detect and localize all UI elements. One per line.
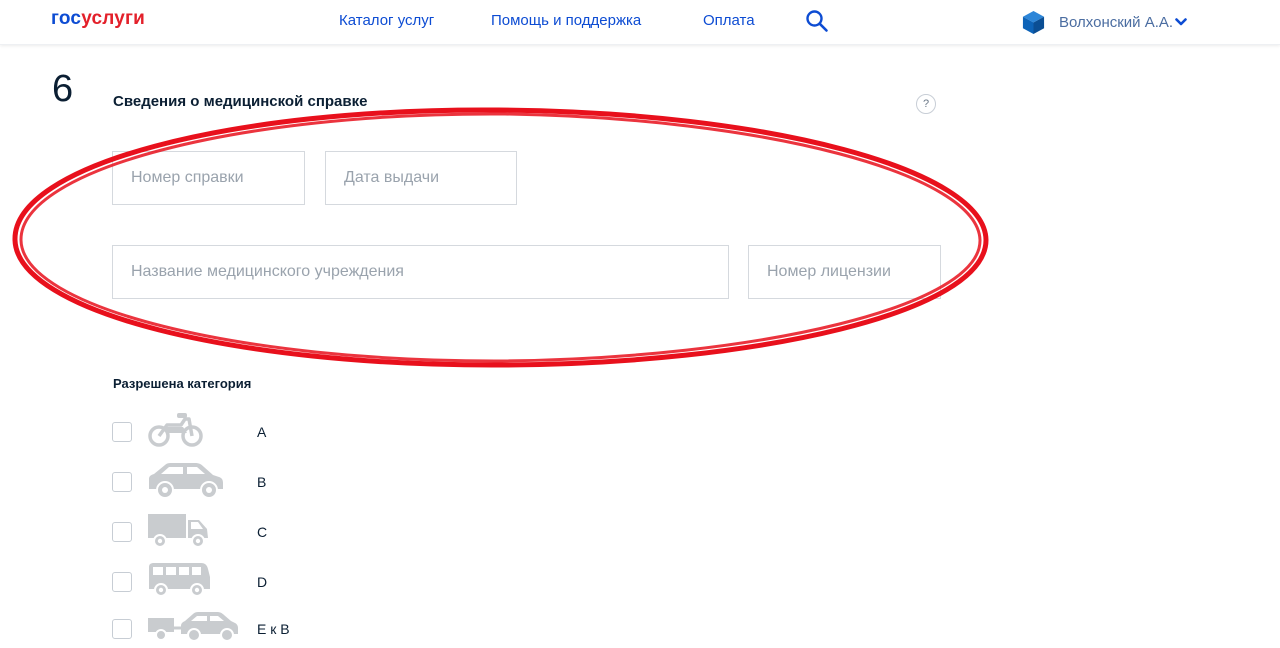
help-button[interactable]: ? [916, 94, 936, 114]
category-row-a: A [112, 411, 412, 451]
section-title: Сведения о медицинской справке [113, 93, 368, 110]
car-trailer-icon [148, 612, 238, 642]
truck-icon [148, 514, 208, 548]
category-c-label: C [257, 524, 268, 540]
search-icon[interactable] [805, 9, 829, 33]
category-row-b: B [112, 461, 412, 501]
issue-date-field[interactable] [325, 151, 517, 205]
chevron-down-icon [1175, 18, 1187, 26]
category-d-label: D [257, 574, 268, 590]
category-c-checkbox[interactable] [112, 522, 132, 542]
category-b-checkbox[interactable] [112, 472, 132, 492]
top-header: госуслуги Каталог услуг Помощь и поддерж… [0, 0, 1280, 45]
certificate-number-field[interactable] [112, 151, 305, 205]
logo-part-uslugi: услуги [81, 8, 146, 29]
category-e-to-b-checkbox[interactable] [112, 619, 132, 639]
category-a-checkbox[interactable] [112, 422, 132, 442]
category-row-c: C [112, 511, 412, 551]
nav-payment-link[interactable]: Оплата [703, 12, 755, 29]
bus-icon [149, 563, 210, 597]
user-cube-icon [1022, 10, 1045, 34]
license-number-field[interactable] [748, 245, 941, 299]
category-row-e-to-b: E к B [112, 608, 412, 648]
category-d-checkbox[interactable] [112, 572, 132, 592]
category-e-to-b-label: E к B [257, 621, 290, 637]
medical-institution-field[interactable] [112, 245, 729, 299]
step-number: 6 [52, 68, 74, 110]
user-menu[interactable]: Волхонский А.А. [1021, 9, 1187, 35]
nav-catalog-link[interactable]: Каталог услуг [339, 12, 434, 29]
nav-help-link[interactable]: Помощь и поддержка [491, 12, 641, 29]
car-icon [149, 463, 223, 499]
category-row-d: D [112, 561, 412, 601]
logo-part-gos: гос [51, 8, 82, 29]
gosuslugi-logo[interactable]: госуслуги [51, 8, 145, 30]
category-b-label: B [257, 474, 267, 490]
user-name: Волхонский А.А. [1059, 13, 1174, 31]
categories-title: Разрешена категория [113, 376, 252, 391]
motorcycle-icon [148, 413, 203, 447]
category-a-label: A [257, 424, 267, 440]
